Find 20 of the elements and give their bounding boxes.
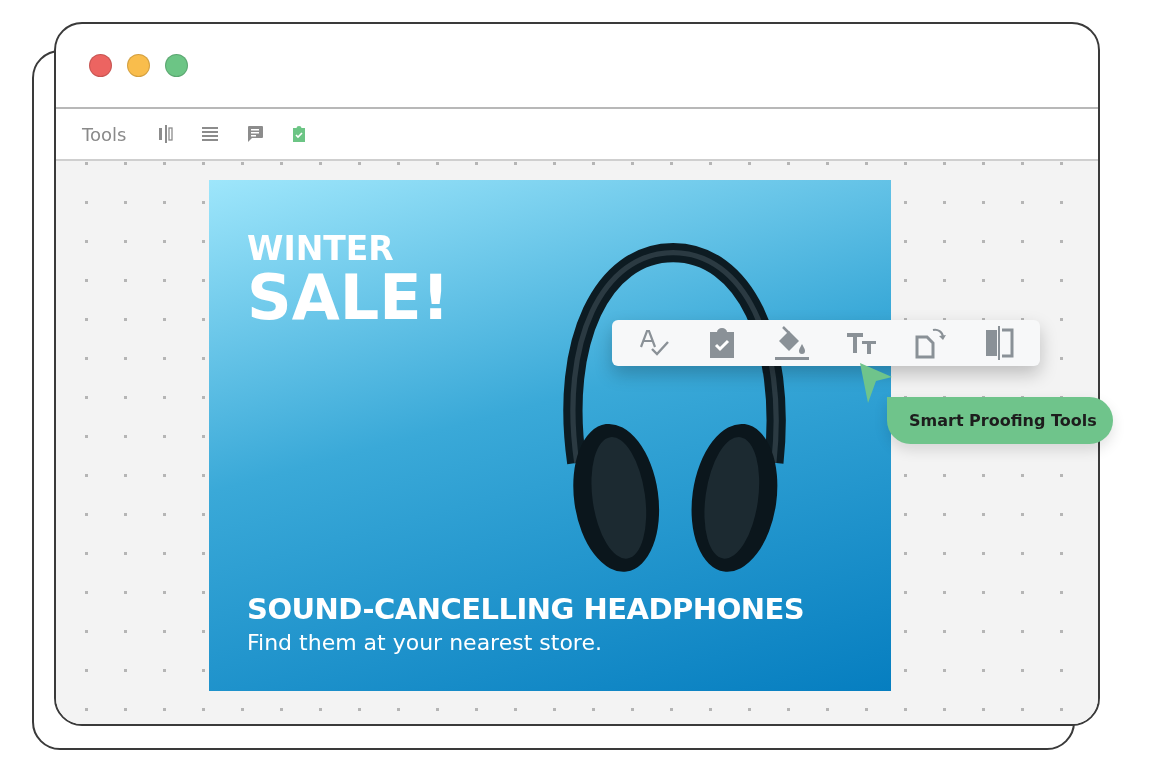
tooltip: Smart Proofing Tools xyxy=(887,397,1113,444)
comment-icon[interactable] xyxy=(246,125,265,143)
text-size-icon[interactable] xyxy=(845,331,878,355)
clipboard-check-icon[interactable] xyxy=(292,126,307,142)
close-button[interactable] xyxy=(89,54,112,77)
ad-tagline: Find them at your nearest store. xyxy=(247,630,602,655)
ad-eyebrow: WINTER xyxy=(247,232,394,265)
ad-headline: SALE! xyxy=(247,265,450,331)
clipboard-check-icon[interactable] xyxy=(707,328,736,358)
rotate-page-icon[interactable] xyxy=(914,327,947,359)
lines-icon[interactable] xyxy=(202,127,219,141)
toolbar-label: Tools xyxy=(82,123,127,145)
align-icon[interactable] xyxy=(158,125,175,143)
spellcheck-icon[interactable] xyxy=(638,329,671,357)
maximize-button[interactable] xyxy=(165,54,188,77)
pointer-cursor-icon xyxy=(858,361,894,405)
ad-product-title: SOUND-CANCELLING HEADPHONES xyxy=(247,592,805,626)
minimize-button[interactable] xyxy=(127,54,150,77)
paint-bucket-icon[interactable] xyxy=(772,325,809,361)
flip-icon[interactable] xyxy=(983,326,1014,360)
